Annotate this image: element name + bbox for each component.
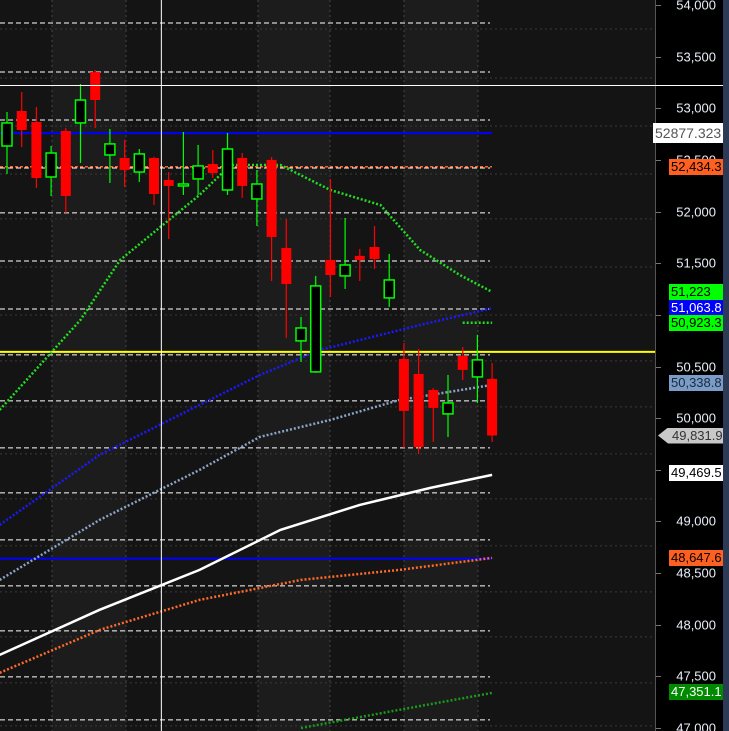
price-label: 52,434.3	[669, 158, 729, 175]
y-tick-label: 51,500	[676, 255, 716, 271]
y-tick-label: 50,000	[676, 410, 716, 426]
candle-body-down	[398, 358, 409, 411]
price-label: 51,223	[669, 283, 729, 300]
candle-body-up	[471, 359, 484, 378]
candle-body-up	[309, 285, 322, 373]
y-tick-mark	[656, 5, 661, 6]
price-label: 52877.323	[653, 123, 727, 144]
y-tick-label: 50,500	[676, 359, 716, 374]
candle-body-down	[369, 246, 380, 259]
chart-window: 54,00053,50053,00052,50052,00051,50051,0…	[0, 0, 729, 731]
candle-body-down	[149, 157, 159, 195]
candle-body-down	[31, 122, 42, 179]
crosshair-horizontal	[0, 84, 723, 86]
candle-body-down	[325, 259, 336, 275]
price-axis[interactable]: 54,00053,50053,00052,50052,00051,50051,0…	[653, 0, 729, 731]
y-tick-label: 47,500	[676, 668, 716, 684]
candle-body-down	[413, 373, 424, 447]
candle-body-up	[442, 402, 454, 415]
y-tick-label: 47,000	[676, 720, 716, 731]
candle-body-up	[192, 165, 204, 180]
background-band	[478, 0, 655, 731]
candle-body-down	[487, 378, 498, 436]
candle-body-up	[339, 264, 351, 277]
chart-canvas	[0, 0, 655, 731]
price-label: 49,831.9	[658, 427, 729, 444]
y-tick-mark	[656, 676, 661, 678]
candle-body-down	[207, 163, 218, 173]
y-tick-mark	[656, 159, 661, 161]
candle-body-up	[1, 122, 13, 147]
candle-body-down	[16, 110, 27, 130]
price-label: 49,469.5	[669, 464, 729, 481]
candle-body-down	[354, 255, 365, 260]
price-label: 47,351.1	[669, 683, 729, 700]
background-band	[126, 0, 258, 731]
y-tick-mark	[656, 573, 661, 575]
candle-body-down	[237, 157, 248, 186]
background-band	[0, 0, 52, 731]
y-tick-label: 54,000	[676, 0, 716, 13]
y-tick-mark	[656, 108, 661, 110]
candle-body-up	[177, 183, 190, 187]
background-band	[52, 0, 126, 731]
right-scrollbar[interactable]	[723, 0, 729, 731]
y-tick-mark	[656, 366, 661, 368]
price-label: 50,338.8	[669, 375, 729, 392]
y-tick-mark	[656, 418, 661, 420]
price-label: 48,647.6	[669, 549, 729, 566]
candle-body-down	[90, 72, 101, 101]
y-tick-mark	[656, 211, 661, 213]
y-tick-label: 52,000	[676, 204, 716, 220]
candle-body-up	[251, 183, 263, 200]
candle-body-up	[221, 148, 234, 191]
candle-body-up	[45, 152, 57, 178]
candle-body-down	[457, 355, 468, 370]
price-label: 50,923.3	[669, 314, 729, 331]
y-tick-label: 49,000	[676, 513, 716, 529]
candle-body-down	[119, 157, 130, 170]
y-tick-mark	[656, 314, 661, 316]
background-band	[330, 0, 404, 731]
y-tick-mark	[656, 56, 661, 58]
candle-body-up	[295, 327, 307, 342]
y-tick-mark	[656, 728, 661, 729]
candle-body-down	[281, 247, 292, 284]
y-tick-label: 53,500	[676, 49, 716, 65]
y-tick-label: 53,000	[676, 100, 716, 116]
candle-body-down	[266, 159, 277, 237]
y-tick-label: 48,500	[676, 565, 716, 581]
candle-body-down	[60, 131, 71, 196]
candle-body-down	[428, 389, 439, 408]
candle-body-up	[133, 153, 146, 173]
candle-body-up	[74, 99, 87, 124]
y-tick-mark	[656, 469, 661, 471]
candle-body-up	[383, 279, 395, 299]
y-tick-mark	[656, 263, 661, 265]
y-tick-mark	[656, 624, 661, 626]
y-tick-mark	[656, 521, 661, 523]
candle-body-up	[104, 143, 116, 156]
y-tick-label: 48,000	[676, 617, 716, 633]
plot-area[interactable]	[0, 0, 655, 731]
candle-body-down	[163, 179, 174, 186]
candle	[309, 275, 322, 373]
